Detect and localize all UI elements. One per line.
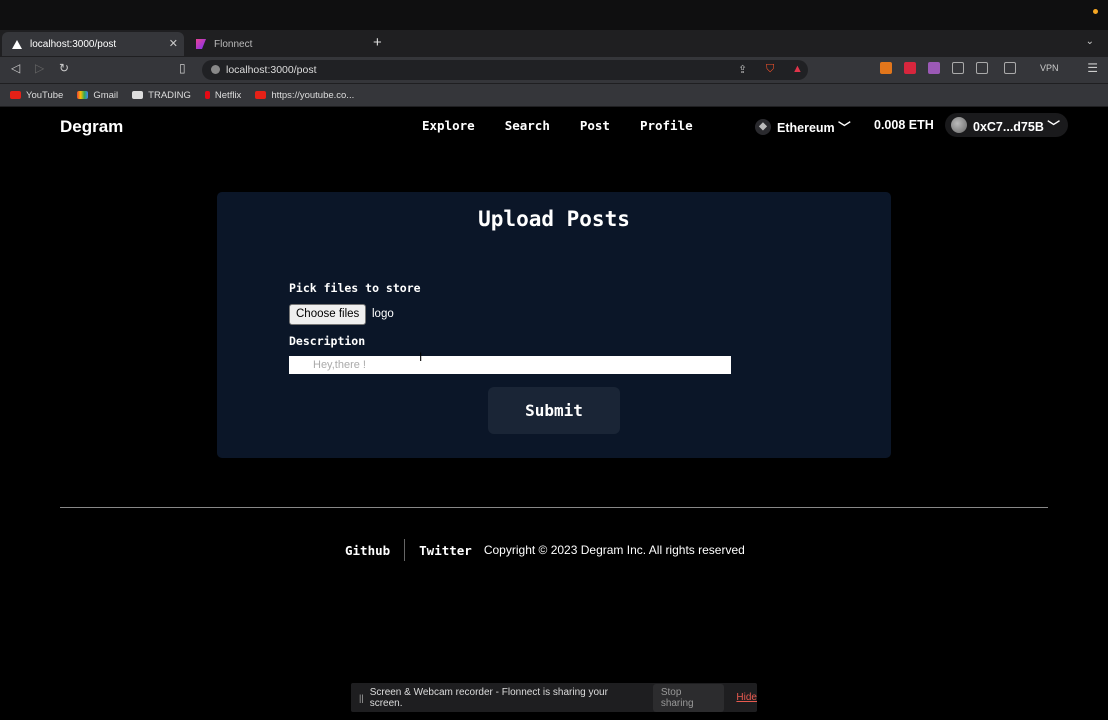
bookmark-label: https://youtube.co...	[271, 89, 355, 101]
browser-chrome: localhost:3000/post ✕ Flonnect + ⌄ ◁ ▷ ↻…	[0, 0, 1108, 107]
hide-link[interactable]: Hide	[736, 692, 757, 703]
address-bar[interactable]: localhost:3000/post ⇪ ⛉ ▲	[202, 60, 808, 80]
nav-profile[interactable]: Profile	[640, 118, 693, 133]
reload-icon[interactable]: ↻	[59, 61, 69, 75]
title-strip	[0, 0, 1108, 30]
bookmark-youtube-link[interactable]: https://youtube.co...	[255, 90, 354, 101]
drag-handle-icon[interactable]: ||	[359, 693, 364, 703]
triangle-icon	[12, 39, 22, 49]
bookmark-label: Gmail	[93, 89, 119, 101]
footer-divider	[60, 507, 1048, 508]
tradingview-icon	[132, 91, 144, 99]
upload-card: Upload Posts Pick files to store Choose …	[217, 192, 891, 458]
bookmark-netflix[interactable]: Netflix	[204, 89, 242, 101]
pick-files-label: Pick files to store	[289, 281, 421, 295]
bookmark-label: Netflix	[214, 89, 242, 101]
close-icon[interactable]: ✕	[169, 37, 178, 50]
account-address: 0xC7...d75B ﹀	[973, 119, 1060, 134]
new-tab-button[interactable]: +	[373, 34, 382, 51]
flonnect-icon	[196, 39, 206, 49]
recording-indicator	[1093, 9, 1098, 14]
network-label: Ethereum ﹀	[777, 121, 851, 135]
main-nav: Explore Search Post Profile	[422, 118, 723, 133]
sidebar-icon[interactable]	[976, 62, 988, 74]
menu-icon[interactable]: ☰	[1087, 61, 1098, 75]
bookmarks-bar: YouTube Gmail TRADING Netflix https://yo…	[0, 84, 1108, 106]
vpn-button[interactable]: VPN	[1040, 63, 1059, 73]
forward-icon[interactable]: ▷	[35, 61, 44, 75]
page-content: Degram Explore Search Post Profile ◆ Eth…	[0, 107, 1108, 720]
stop-sharing-button[interactable]: Stop sharing	[652, 683, 725, 712]
wallet-balance: 0.008 ETH	[874, 118, 934, 132]
nav-post[interactable]: Post	[580, 118, 610, 133]
tab-strip: localhost:3000/post ✕ Flonnect + ⌄	[0, 32, 1108, 56]
address-row: ◁ ▷ ↻ ▯ localhost:3000/post ⇪ ⛉ ▲ VPN ☰	[0, 57, 1108, 83]
share-icon[interactable]: ⇪	[738, 63, 747, 76]
metamask-icon[interactable]	[880, 62, 892, 74]
back-icon[interactable]: ◁	[11, 61, 20, 75]
bookmark-trading[interactable]: TRADING	[132, 90, 191, 101]
footer: Github Twitter Copyright © 2023 Degram I…	[345, 539, 745, 561]
tab-title: localhost:3000/post	[30, 38, 117, 50]
extension-icon[interactable]	[904, 62, 916, 74]
bookmark-label: YouTube	[26, 89, 64, 101]
footer-separator	[404, 539, 406, 561]
bookmark-icon[interactable]: ▯	[179, 61, 186, 75]
choose-files-button[interactable]: Choose files	[289, 304, 367, 325]
text-cursor-icon: I	[419, 350, 423, 364]
chosen-file-name: logo	[372, 308, 394, 320]
copyright-text: Copyright © 2023 Degram Inc. All rights …	[483, 543, 745, 557]
bookmark-youtube[interactable]: YouTube	[10, 90, 63, 101]
page-title: Upload Posts	[478, 207, 630, 231]
account-button[interactable]: 0xC7...d75B ﹀	[945, 113, 1068, 137]
chevron-down-icon[interactable]: ⌄	[1086, 36, 1094, 47]
nav-explore[interactable]: Explore	[422, 118, 475, 133]
bookmark-label: TRADING	[148, 89, 191, 101]
wallet-icon[interactable]	[1004, 62, 1016, 74]
tab-flonnect[interactable]: Flonnect	[186, 32, 364, 56]
tab-title: Flonnect	[214, 38, 253, 50]
footer-link-twitter[interactable]: Twitter	[419, 543, 472, 558]
description-input[interactable]	[289, 356, 731, 374]
ethereum-icon: ◆	[755, 118, 771, 135]
footer-link-github[interactable]: Github	[345, 543, 390, 558]
brand-logo[interactable]: Degram	[60, 117, 123, 137]
netflix-icon	[204, 91, 210, 99]
screen-share-bar: || Screen & Webcam recorder - Flonnect i…	[351, 683, 757, 712]
submit-button[interactable]: Submit	[488, 387, 620, 434]
site-info-icon[interactable]	[211, 65, 220, 74]
brave-shield-icon[interactable]: ⛉	[766, 63, 774, 76]
share-message: Screen & Webcam recorder - Flonnect is s…	[369, 686, 608, 709]
nav-search[interactable]: Search	[505, 118, 550, 133]
avatar	[951, 117, 967, 133]
flonnect-extension-icon[interactable]	[928, 62, 940, 74]
brave-rewards-icon[interactable]: ▲	[792, 63, 803, 75]
network-selector[interactable]: ◆ Ethereum ﹀	[755, 117, 851, 136]
bookmark-gmail[interactable]: Gmail	[77, 90, 118, 101]
youtube-icon	[255, 91, 267, 99]
puzzle-icon[interactable]	[952, 62, 964, 74]
description-label: Description	[289, 334, 366, 348]
youtube-icon	[10, 91, 21, 99]
tab-localhost[interactable]: localhost:3000/post ✕	[2, 32, 184, 56]
gmail-icon	[77, 91, 89, 99]
url-text: localhost:3000/post	[226, 64, 317, 76]
